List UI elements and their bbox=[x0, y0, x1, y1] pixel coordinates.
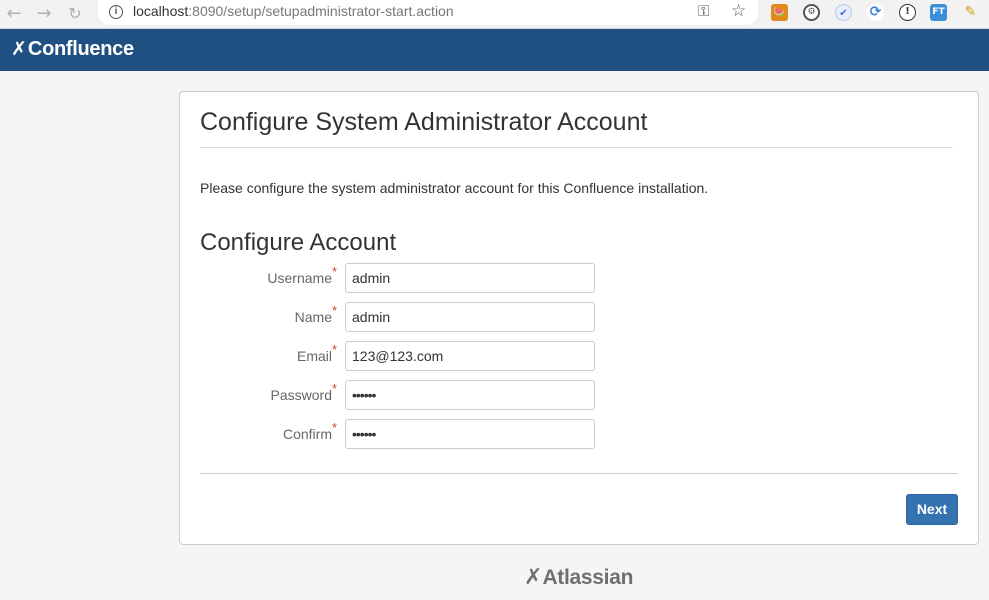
url-path: :8090/setup/setupadministrator-start.act… bbox=[188, 3, 454, 19]
username-field[interactable] bbox=[345, 263, 595, 293]
confirm-password-field[interactable] bbox=[345, 419, 595, 449]
intro-text: Please configure the system administrato… bbox=[200, 180, 709, 196]
key-icon[interactable]: ⚿ bbox=[698, 2, 709, 20]
section-title: Configure Account bbox=[200, 229, 397, 256]
url-text[interactable]: localhost:8090/setup/setupadministrator-… bbox=[133, 3, 454, 19]
username-label: Username bbox=[267, 270, 332, 286]
extension-6-icon[interactable]: FT bbox=[930, 4, 947, 21]
next-button[interactable]: Next bbox=[906, 494, 958, 525]
confirm-row: Confirm * bbox=[180, 419, 680, 449]
url-host: localhost bbox=[133, 3, 189, 19]
password-field[interactable] bbox=[345, 380, 595, 410]
password-label: Password bbox=[270, 387, 332, 403]
atlassian-icon: ✗ bbox=[524, 565, 543, 590]
browser-toolbar: ← → ↻ i localhost:8090/setup/setupadmini… bbox=[0, 0, 989, 29]
extension-4-icon[interactable]: ⟳ bbox=[867, 4, 884, 21]
footer-logo-text: Atlassian bbox=[542, 566, 634, 589]
arrow-left-icon[interactable]: ← bbox=[3, 3, 25, 25]
divider bbox=[200, 473, 958, 474]
email-field[interactable] bbox=[345, 341, 595, 371]
extension-1-icon[interactable]: 🍉 bbox=[771, 4, 788, 21]
arrow-right-icon[interactable]: → bbox=[33, 3, 55, 25]
page-title: Configure System Administrator Account bbox=[200, 108, 648, 136]
email-row: Email * bbox=[180, 341, 680, 371]
setup-panel: Configure System Administrator Account P… bbox=[179, 91, 979, 545]
required-marker: * bbox=[332, 342, 338, 357]
required-marker: * bbox=[332, 420, 338, 435]
confluence-logo[interactable]: ✗ Confluence bbox=[11, 38, 134, 60]
password-row: Password * bbox=[180, 380, 680, 410]
confluence-icon: ✗ bbox=[11, 38, 27, 60]
logo-text: Confluence bbox=[27, 38, 134, 60]
name-field[interactable] bbox=[345, 302, 595, 332]
divider bbox=[200, 147, 953, 148]
name-row: Name * bbox=[180, 302, 680, 332]
email-label: Email bbox=[296, 348, 332, 364]
name-label: Name bbox=[294, 309, 332, 325]
confirm-label: Confirm bbox=[282, 426, 332, 442]
required-marker: * bbox=[332, 381, 338, 396]
extension-3-icon[interactable]: ✔ bbox=[835, 4, 852, 21]
info-icon[interactable]: i bbox=[109, 5, 123, 19]
app-header: ✗ Confluence bbox=[0, 29, 989, 71]
required-marker: * bbox=[332, 303, 338, 318]
reload-icon[interactable]: ↻ bbox=[64, 3, 86, 25]
atlassian-logo[interactable]: ✗ Atlassian bbox=[524, 565, 633, 591]
username-row: Username * bbox=[180, 263, 680, 293]
star-icon[interactable]: ☆ bbox=[731, 1, 746, 21]
extension-2-icon[interactable]: ⚙ bbox=[803, 4, 820, 21]
extension-5-icon[interactable]: ! bbox=[899, 4, 916, 21]
address-bar[interactable]: i localhost:8090/setup/setupadministrato… bbox=[98, 0, 758, 25]
extension-7-icon[interactable]: ✎ bbox=[962, 4, 979, 21]
required-marker: * bbox=[332, 264, 338, 279]
